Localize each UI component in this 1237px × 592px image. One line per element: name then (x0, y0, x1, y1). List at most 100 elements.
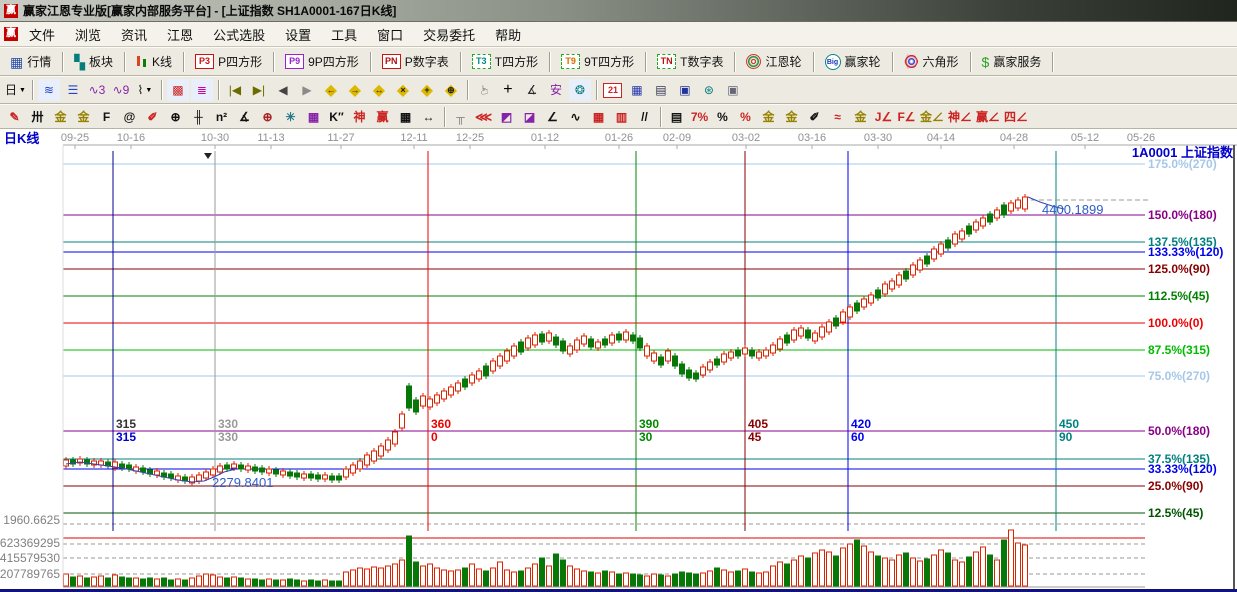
pencil-tool-icon[interactable]: ✎ (4, 107, 25, 127)
kline-button[interactable]: K线 (129, 50, 179, 73)
winner-wheel-button[interactable]: Big赢家轮 (818, 50, 888, 73)
menu-item-5[interactable]: 设置 (276, 23, 320, 46)
scale-list-icon[interactable]: ▤ (666, 107, 687, 127)
t-ruler-icon[interactable]: ╥ (450, 107, 471, 127)
period-day-dropdown[interactable]: 日▼ (4, 79, 27, 101)
gold-circle-icon[interactable]: 金 (758, 107, 779, 127)
hatch-lines-icon[interactable]: ╫ (188, 107, 209, 127)
web-link-icon[interactable]: ⊛ (698, 79, 720, 101)
chart-pattern-icon[interactable]: ≋ (38, 79, 60, 101)
fan-lines-icon[interactable]: ⋘ (473, 107, 494, 127)
compress-diamond-icon[interactable]: ◆× (392, 79, 414, 101)
span-arrows-icon[interactable]: ↔ (418, 107, 439, 127)
t-square-button[interactable]: T3T四方形 (465, 50, 545, 73)
parallel-lines-icon[interactable]: // (634, 107, 655, 127)
angle-a-icon[interactable]: ∡ (234, 107, 255, 127)
angle-measure-icon[interactable]: ∡ (521, 79, 543, 101)
gold-grid-2-icon[interactable]: 金 (73, 107, 94, 127)
hexagon-button[interactable]: 六角形 (897, 50, 966, 73)
shen-angle-icon[interactable]: 神∠ (947, 107, 973, 127)
profile-chart-icon[interactable]: ≣ (191, 79, 213, 101)
j-angle-icon[interactable]: J∠ (873, 107, 894, 127)
red-grid-2-icon[interactable]: ▥ (611, 107, 632, 127)
t9-square-button[interactable]: T99T四方形 (554, 50, 641, 73)
brush-2-icon[interactable]: ✐ (804, 107, 825, 127)
star-grid-icon[interactable]: ✳ (280, 107, 301, 127)
menu-item-3[interactable]: 江恩 (158, 23, 202, 46)
wave-tool-icon[interactable]: ∿ (565, 107, 586, 127)
circle-grid-icon[interactable]: ⊕ (165, 107, 186, 127)
shen-grid-icon[interactable]: 神 (349, 107, 370, 127)
wave-3-icon[interactable]: ∿3 (86, 79, 108, 101)
menu-logo-icon[interactable]: 赢 (4, 27, 18, 41)
percent-icon[interactable]: % (712, 107, 733, 127)
si-angle-icon[interactable]: 四∠ (1003, 107, 1029, 127)
zoom-span-diamond-icon[interactable]: ◆↔ (368, 79, 390, 101)
menu-item-7[interactable]: 窗口 (368, 23, 412, 46)
grid-lines-icon[interactable]: 卅 (27, 107, 48, 127)
first-bar-icon[interactable]: |◀ (224, 79, 246, 101)
save-icon[interactable]: ▣ (674, 79, 696, 101)
info-list-icon[interactable]: ☰ (62, 79, 84, 101)
kline-chart-area[interactable]: 09-2510-1610-3011-1311-2712-1112-2501-12… (0, 129, 1237, 589)
brush-tool-icon[interactable]: ✐ (142, 107, 163, 127)
box-grid-icon[interactable]: ▦ (303, 107, 324, 127)
title-bar[interactable]: 赢 赢家江恩专业版[赢家内部服务平台] - [上证指数 SH1A0001-167… (0, 0, 1237, 22)
menu-item-0[interactable]: 文件 (20, 23, 64, 46)
crosshair-icon[interactable]: + (497, 79, 519, 101)
cycle-tool-icon[interactable]: ❂ (569, 79, 591, 101)
t-number-button[interactable]: TNT数字表 (650, 50, 730, 73)
menu-item-1[interactable]: 浏览 (66, 23, 110, 46)
ying-grid-icon[interactable]: 赢 (372, 107, 393, 127)
candle-style-dropdown[interactable]: ⌇▼ (134, 79, 156, 101)
calculator-icon[interactable]: ▦ (626, 79, 648, 101)
sectors-button-icon: ▚ (74, 54, 85, 70)
menu-item-9[interactable]: 帮助 (486, 23, 530, 46)
red-grid-1-icon[interactable]: ▦ (588, 107, 609, 127)
hand-tool-icon[interactable]: ☞ (473, 79, 495, 101)
menu-item-8[interactable]: 交易委托 (414, 23, 484, 46)
calendar-icon[interactable]: 21 (602, 79, 624, 101)
percent-7-icon[interactable]: 7% (689, 107, 710, 127)
fan-box-1-icon[interactable]: ◩ (496, 107, 517, 127)
gold-grid-1-icon[interactable]: 金 (50, 107, 71, 127)
zoom-right-diamond-icon[interactable]: ◆→ (344, 79, 366, 101)
p9-square-button[interactable]: P99P四方形 (278, 50, 366, 73)
next-bar-icon[interactable]: ▶ (296, 79, 318, 101)
candle-body (365, 455, 370, 465)
winner-service-button[interactable]: $赢家服务 (975, 50, 1049, 73)
n-square-icon[interactable]: n² (211, 107, 232, 127)
sectors-button[interactable]: ▚板块 (67, 50, 120, 73)
gann-wheel-button[interactable]: 江恩轮 (739, 50, 808, 73)
k-marks-icon[interactable]: K″ (326, 107, 347, 127)
gann-box-icon[interactable]: ▩ (167, 79, 189, 101)
remote-pc-icon[interactable]: ▣ (722, 79, 744, 101)
menu-item-6[interactable]: 工具 (322, 23, 366, 46)
ying-angle-icon[interactable]: 赢∠ (975, 107, 1001, 127)
target-cross-icon[interactable]: ⊕ (257, 107, 278, 127)
prev-bar-icon[interactable]: ◀ (272, 79, 294, 101)
zoom-left-diamond-icon[interactable]: ◆← (320, 79, 342, 101)
spiral-icon[interactable]: @ (119, 107, 140, 127)
percent-line-icon[interactable]: % (735, 107, 756, 127)
angle-lines-icon[interactable]: ∠ (542, 107, 563, 127)
f-angle-icon[interactable]: F∠ (896, 107, 917, 127)
gann-tool-icon[interactable]: 安 (545, 79, 567, 101)
last-bar-icon[interactable]: ▶| (248, 79, 270, 101)
menu-item-2[interactable]: 资讯 (112, 23, 156, 46)
quotes-button[interactable]: ▦行情 (3, 50, 58, 73)
wave-9-icon[interactable]: ∿9 (110, 79, 132, 101)
expand-diamond-icon[interactable]: ◆+ (416, 79, 438, 101)
ruler-123-icon[interactable]: ▦ (395, 107, 416, 127)
gold-angle-icon[interactable]: 金 (850, 107, 871, 127)
f-grid-icon[interactable]: F (96, 107, 117, 127)
p-square-button[interactable]: P3P四方形 (188, 50, 269, 73)
p-number-button[interactable]: PNP数字表 (375, 50, 456, 73)
red-wave-icon[interactable]: ≈ (827, 107, 848, 127)
gold-2-angle-icon[interactable]: 金∠ (919, 107, 945, 127)
menu-item-4[interactable]: 公式选股 (204, 23, 274, 46)
report-icon[interactable]: ▤ (650, 79, 672, 101)
full-view-diamond-icon[interactable]: ◆⊕ (440, 79, 462, 101)
fan-box-2-icon[interactable]: ◪ (519, 107, 540, 127)
gold-lines-icon[interactable]: 金 (781, 107, 802, 127)
